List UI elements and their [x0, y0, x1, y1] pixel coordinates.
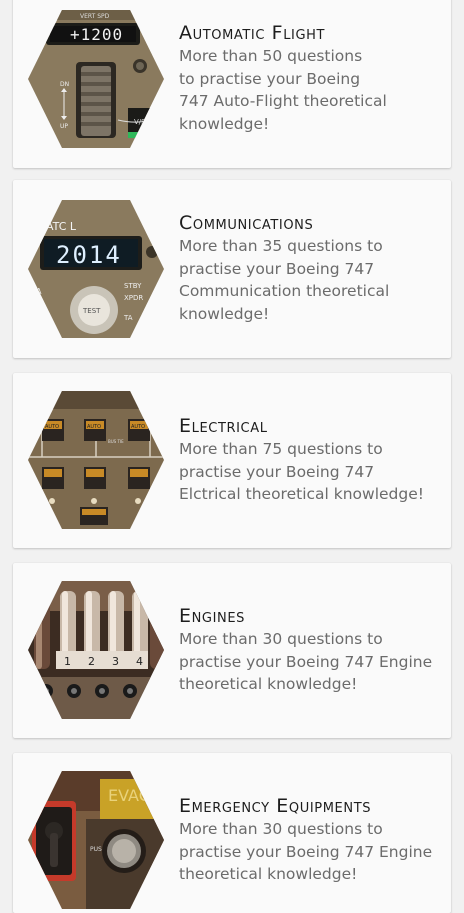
evac-label: EVAC — [108, 786, 150, 805]
up-label: UP — [60, 123, 68, 130]
module-title: Communications — [179, 212, 314, 234]
module-list: VERT SPD +1200 DN UP V/S Automatic Fligh… — [0, 0, 464, 913]
module-text-emergency-equipments: Emergency Equipments More than 30 questi… — [179, 795, 451, 886]
description-line: More than 30 questions to — [179, 630, 383, 648]
description-line: More than 30 questions to — [179, 820, 383, 838]
description-line: knowledge! — [179, 114, 270, 133]
description-line: knowledge! — [179, 304, 270, 323]
emergency-panel-icon: EVAC PUSH — [28, 771, 164, 909]
ta-label: TA — [123, 314, 133, 322]
module-text-electrical: Electrical More than 75 questions to pra… — [179, 415, 451, 506]
engine-1-label: 1 — [64, 655, 71, 668]
module-card-communications[interactable]: ATC L 2014 TEST STBY XPDR TA A Communica… — [13, 180, 451, 358]
engines-throttle-icon: 1 2 3 4 — [28, 581, 164, 719]
atc-label: ATC L — [46, 220, 77, 233]
description-line: theoretical knowledge! — [179, 675, 358, 693]
auto-label: AUTO — [45, 424, 59, 430]
engine-4-label: 4 — [136, 655, 143, 668]
engine-3-label: 3 — [112, 655, 119, 668]
module-description: More than 50 questions to practise your … — [179, 45, 451, 135]
stby-label: STBY — [124, 282, 142, 290]
communications-panel-icon: ATC L 2014 TEST STBY XPDR TA A — [28, 200, 164, 338]
panel-label-vert-spd: VERT SPD — [80, 13, 110, 20]
module-text-communications: Communications More than 35 questions to… — [179, 212, 451, 325]
engine-2-label: 2 — [88, 655, 95, 668]
description-line: More than 75 questions to — [179, 440, 383, 458]
electrical-panel-icon: AUTO AUTO AUTO BUS TIE — [28, 391, 164, 529]
module-description: More than 30 questions to practise your … — [179, 818, 451, 886]
module-title: Engines — [179, 605, 246, 627]
description-line: More than 35 questions to — [179, 237, 383, 255]
vertical-speed-readout: +1200 — [70, 25, 123, 44]
test-knob-label: TEST — [82, 307, 101, 315]
module-text-engines: Engines More than 30 questions to practi… — [179, 605, 451, 696]
auto-label: AUTO — [131, 424, 145, 430]
module-card-emergency-equipments[interactable]: EVAC PUSH Emergency Equipments More than… — [13, 753, 451, 913]
module-title: Emergency Equipments — [179, 795, 372, 817]
description-line: theoretical knowledge! — [179, 865, 358, 883]
bus-tie-label: BUS TIE — [108, 439, 124, 444]
description-line: Communication theoretical — [179, 282, 390, 300]
description-line: to practise your Boeing — [179, 69, 361, 88]
module-card-electrical[interactable]: AUTO AUTO AUTO BUS TIE Electrical More t… — [13, 373, 451, 548]
autoflight-panel-icon: VERT SPD +1200 DN UP V/S — [28, 10, 164, 148]
xpdr-label: XPDR — [124, 294, 143, 302]
description-line: practise your Boeing 747 — [179, 259, 375, 278]
module-text-automatic-flight: Automatic Flight More than 50 questions … — [179, 22, 451, 135]
module-card-automatic-flight[interactable]: VERT SPD +1200 DN UP V/S Automatic Fligh… — [13, 0, 451, 168]
description-line: Elctrical theoretical knowledge! — [179, 485, 424, 503]
description-line: 747 Auto-Flight theoretical — [179, 92, 387, 110]
module-description: More than 35 questions to practise your … — [179, 235, 451, 325]
module-description: More than 30 questions to practise your … — [179, 628, 451, 696]
a-label: A — [36, 287, 42, 296]
module-description: More than 75 questions to practise your … — [179, 438, 451, 506]
auto-label: AUTO — [87, 424, 101, 430]
module-card-engines[interactable]: 1 2 3 4 Engines More than 30 questions t… — [13, 563, 451, 738]
description-line: practise your Boeing 747 Engine — [179, 842, 433, 861]
description-line: More than 50 questions — [179, 47, 363, 65]
module-title: Automatic Flight — [179, 22, 326, 44]
dn-label: DN — [60, 81, 69, 88]
description-line: practise your Boeing 747 — [179, 462, 375, 481]
module-title: Electrical — [179, 415, 268, 437]
description-line: practise your Boeing 747 Engine — [179, 652, 433, 671]
transponder-code-readout: 2014 — [56, 241, 122, 269]
